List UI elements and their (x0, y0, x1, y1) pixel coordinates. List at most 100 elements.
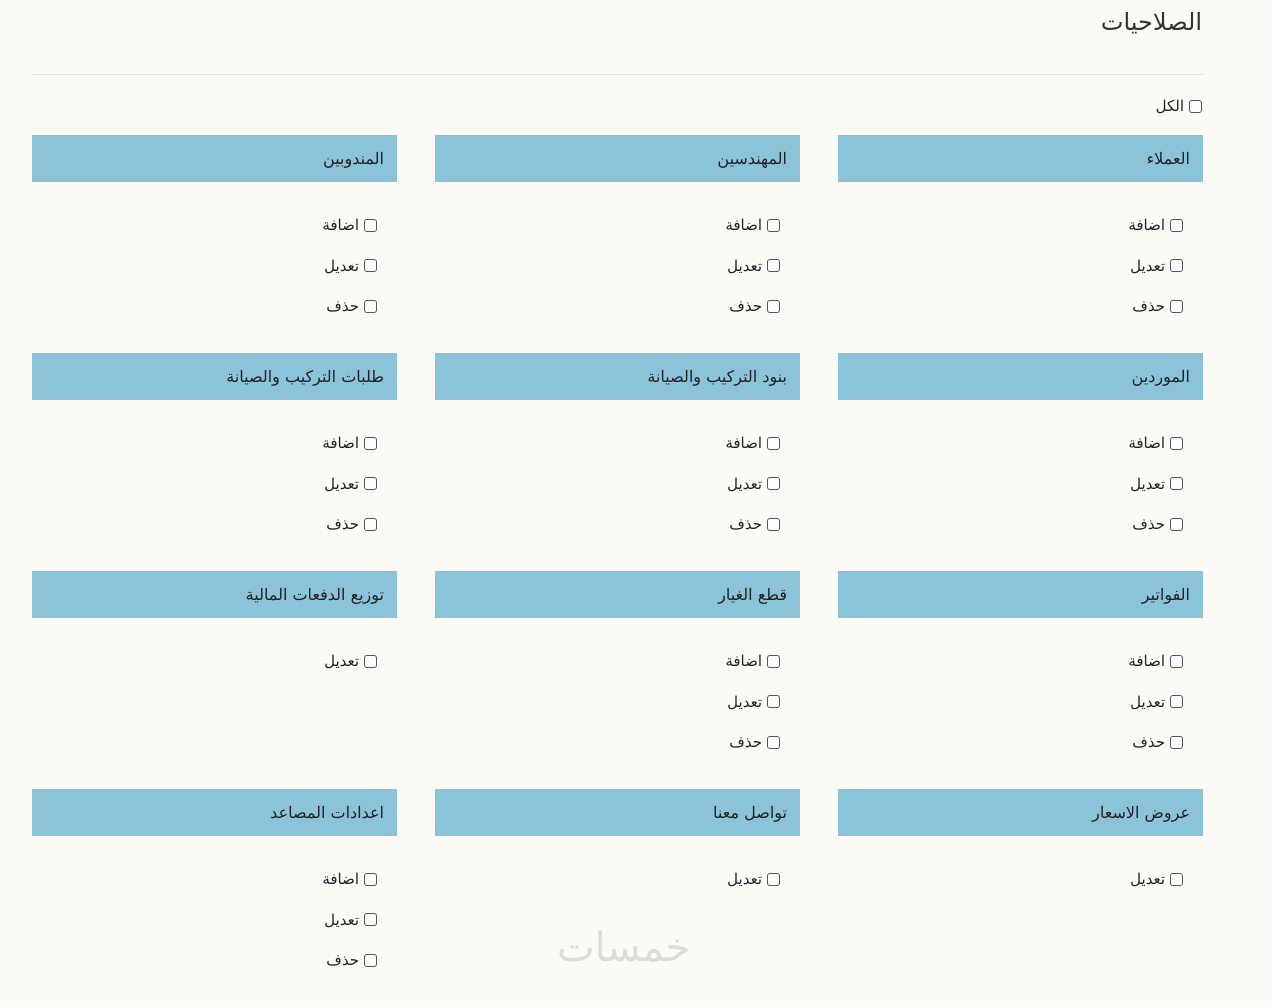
permission-checkbox[interactable] (1170, 517, 1183, 531)
select-all-label: الكل (1155, 97, 1184, 115)
permission-item[interactable]: حذف (322, 296, 377, 316)
permission-checkbox[interactable] (1170, 654, 1183, 668)
permission-section: الفواتير اضافة تعديل حذف (838, 571, 1203, 789)
permission-item[interactable]: اضافة (1128, 215, 1183, 235)
permission-item[interactable]: اضافة (1128, 651, 1183, 671)
permission-item[interactable]: حذف (1128, 514, 1183, 534)
permission-label: اضافة (322, 434, 359, 452)
permission-item[interactable]: تعديل (1128, 474, 1183, 494)
watermark-logo: خمسات (557, 925, 691, 971)
title-divider (31, 74, 1203, 75)
permission-item[interactable]: اضافة (725, 651, 780, 671)
section-header: الفواتير (838, 571, 1203, 618)
permission-checkbox[interactable] (364, 218, 377, 232)
permission-label: حذف (1132, 515, 1165, 533)
permission-section: عروض الاسعار تعديل (838, 789, 1203, 1007)
permission-item[interactable]: حذف (322, 514, 377, 534)
permission-item[interactable]: اضافة (322, 869, 377, 889)
permission-section: قطع الغيار اضافة تعديل حذف (435, 571, 800, 789)
permission-item[interactable]: تعديل (322, 256, 377, 276)
permission-checkbox[interactable] (1170, 218, 1183, 232)
permission-label: حذف (1132, 297, 1165, 315)
page-title: الصلاحيات (1100, 8, 1202, 36)
permission-label: اضافة (725, 434, 762, 452)
permission-label: تعديل (324, 256, 359, 275)
permission-checkbox[interactable] (1170, 695, 1183, 708)
permission-list: اضافة تعديل حذف (1128, 433, 1183, 555)
select-all-row[interactable]: الكل (1156, 97, 1202, 115)
permission-checkbox[interactable] (767, 695, 780, 708)
permission-label: حذف (1132, 733, 1165, 751)
permission-checkbox[interactable] (364, 436, 377, 450)
permission-item[interactable]: تعديل (1128, 692, 1183, 712)
permission-list: اضافة تعديل حذف (725, 651, 780, 773)
permission-section: المهندسين اضافة تعديل حذف (435, 135, 800, 353)
permission-label: اضافة (322, 870, 359, 888)
permission-item[interactable]: تعديل (727, 869, 780, 889)
section-header: قطع الغيار (435, 571, 800, 618)
permission-item[interactable]: حذف (1128, 296, 1183, 316)
permission-label: تعديل (727, 474, 762, 493)
permission-item[interactable]: تعديل (725, 256, 780, 276)
select-all-checkbox[interactable] (1189, 99, 1202, 113)
permission-item[interactable]: تعديل (725, 474, 780, 494)
permission-item[interactable]: اضافة (725, 215, 780, 235)
permission-item[interactable]: اضافة (322, 433, 377, 453)
permission-label: حذف (729, 733, 762, 751)
permission-list: اضافة تعديل حذف (1128, 651, 1183, 773)
permission-label: حذف (729, 297, 762, 315)
permission-item[interactable]: تعديل (322, 474, 377, 494)
permission-section: بنود التركيب والصيانة اضافة تعديل حذف (435, 353, 800, 571)
permission-list: اضافة تعديل حذف (725, 433, 780, 555)
permission-checkbox[interactable] (364, 654, 377, 668)
permission-checkbox[interactable] (364, 953, 377, 967)
permission-checkbox[interactable] (767, 436, 780, 450)
permission-checkbox[interactable] (767, 259, 780, 272)
permission-item[interactable]: حذف (725, 732, 780, 752)
permission-item[interactable]: اضافة (725, 433, 780, 453)
permission-checkbox[interactable] (1170, 436, 1183, 450)
permission-checkbox[interactable] (767, 299, 780, 313)
permission-item[interactable]: تعديل (322, 910, 377, 930)
permission-label: تعديل (324, 910, 359, 929)
permission-item[interactable]: حذف (1128, 732, 1183, 752)
permission-label: حذف (326, 515, 359, 533)
permission-checkbox[interactable] (767, 517, 780, 531)
permission-checkbox[interactable] (767, 654, 780, 668)
permission-label: اضافة (725, 216, 762, 234)
permission-checkbox[interactable] (1170, 259, 1183, 272)
permission-section: توزيع الدفعات المالية تعديل (32, 571, 397, 789)
permission-checkbox[interactable] (364, 913, 377, 926)
permission-label: تعديل (324, 652, 359, 670)
permission-item[interactable]: حذف (322, 950, 377, 970)
permission-label: اضافة (1128, 216, 1165, 234)
section-header: المهندسين (435, 135, 800, 182)
permission-checkbox[interactable] (1170, 299, 1183, 313)
permission-list: اضافة تعديل حذف (322, 869, 377, 991)
section-header: طلبات التركيب والصيانة (32, 353, 397, 400)
permission-checkbox[interactable] (767, 477, 780, 490)
permission-item[interactable]: حذف (725, 514, 780, 534)
permission-checkbox[interactable] (364, 517, 377, 531)
permission-checkbox[interactable] (364, 477, 377, 490)
permission-checkbox[interactable] (364, 299, 377, 313)
permission-checkbox[interactable] (1170, 477, 1183, 490)
permission-checkbox[interactable] (767, 218, 780, 232)
permission-checkbox[interactable] (1170, 735, 1183, 749)
permission-item[interactable]: تعديل (324, 651, 377, 671)
permission-item[interactable]: اضافة (1128, 433, 1183, 453)
permission-checkbox[interactable] (767, 872, 780, 886)
permission-item[interactable]: تعديل (1130, 869, 1183, 889)
permission-checkbox[interactable] (1170, 872, 1183, 886)
permission-item[interactable]: حذف (725, 296, 780, 316)
permission-list: اضافة تعديل حذف (322, 215, 377, 337)
permission-item[interactable]: تعديل (1128, 256, 1183, 276)
permission-list: تعديل (324, 651, 377, 692)
permission-checkbox[interactable] (364, 872, 377, 886)
permission-checkbox[interactable] (767, 735, 780, 749)
permission-checkbox[interactable] (364, 259, 377, 272)
permission-label: تعديل (324, 474, 359, 493)
permission-item[interactable]: اضافة (322, 215, 377, 235)
permission-label: اضافة (1128, 652, 1165, 670)
permission-item[interactable]: تعديل (725, 692, 780, 712)
